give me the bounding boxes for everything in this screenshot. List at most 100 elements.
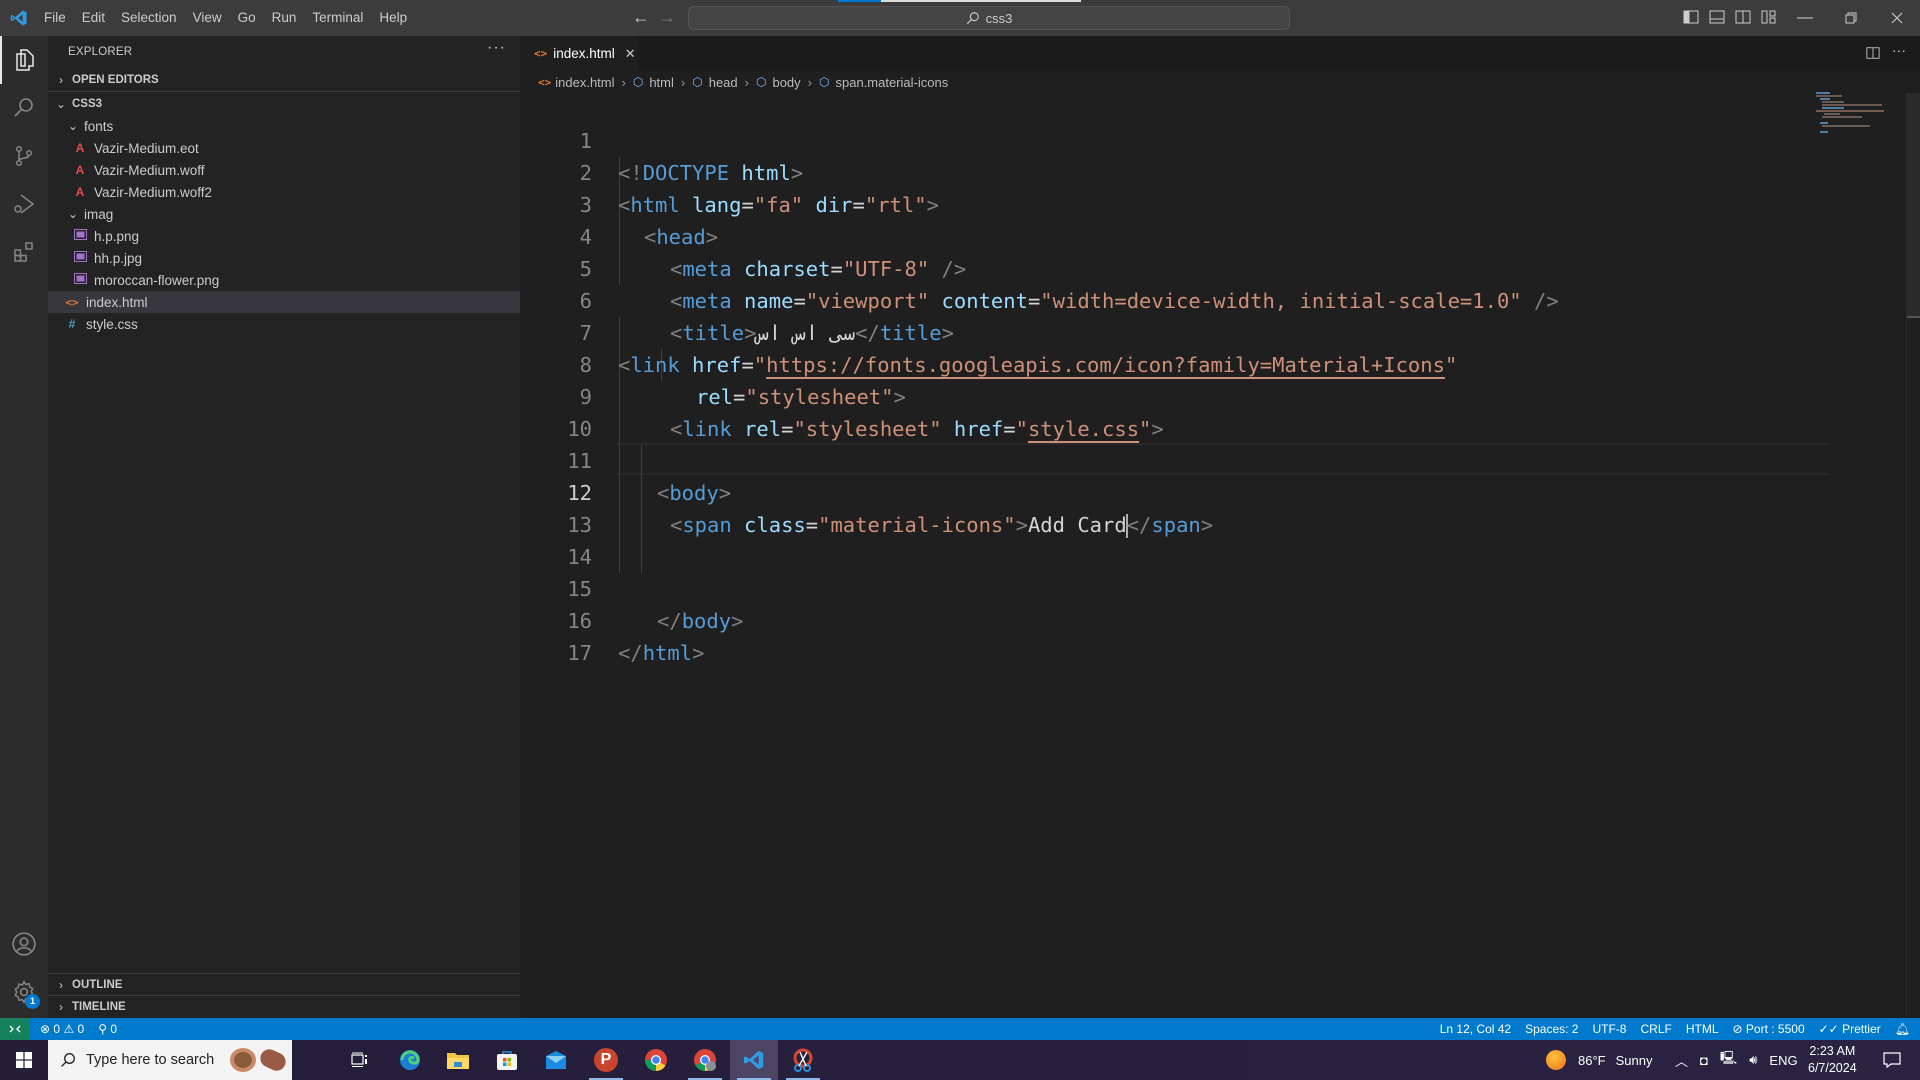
back-arrow-icon[interactable]: ← — [632, 0, 650, 36]
language-mode[interactable]: HTML — [1679, 1022, 1726, 1036]
microsoft-store-icon[interactable] — [483, 1040, 531, 1080]
vscode-taskbar-icon[interactable] — [730, 1040, 778, 1080]
input-language[interactable]: ENG — [1769, 1053, 1797, 1068]
breadcrumb-item[interactable]: index.html — [555, 75, 614, 90]
breadcrumb-item[interactable]: html — [649, 75, 674, 90]
cursor-position[interactable]: Ln 12, Col 42 — [1433, 1022, 1518, 1036]
ports-indicator[interactable]: ⚲ 0 — [91, 1022, 124, 1036]
vertical-scrollbar[interactable] — [1906, 93, 1920, 1018]
search-icon[interactable] — [0, 84, 48, 132]
manage-gear-icon[interactable]: 1 — [0, 968, 48, 1016]
toggle-secondary-sidebar-icon[interactable] — [1735, 9, 1751, 25]
tree-item-label: style.css — [86, 316, 138, 332]
clock-time: 2:23 AM — [1809, 1044, 1856, 1058]
editor-more-actions-icon[interactable]: ··· — [1892, 42, 1906, 58]
menu-help[interactable]: Help — [371, 0, 415, 36]
menu-run[interactable]: Run — [264, 0, 305, 36]
breadcrumb-item[interactable]: span.material-icons — [836, 75, 949, 90]
edge-browser-icon[interactable] — [386, 1040, 434, 1080]
clock[interactable]: 2:23 AM 6/7/2024 — [1808, 1040, 1857, 1080]
chrome-profile-icon[interactable] — [681, 1040, 729, 1080]
taskbar-search-input[interactable]: Type here to search — [48, 1040, 292, 1080]
toggle-primary-sidebar-icon[interactable] — [1683, 9, 1699, 25]
extensions-icon[interactable] — [0, 228, 48, 276]
snipping-tool-icon[interactable] — [779, 1040, 827, 1080]
task-view-icon[interactable] — [336, 1040, 384, 1080]
tree-item-label: Vazir-Medium.woff — [94, 162, 205, 178]
tab-index-html[interactable]: <> index.html ✕ — [520, 36, 638, 71]
forward-arrow-icon[interactable]: → — [658, 0, 676, 36]
command-center-search[interactable]: css3 — [688, 6, 1290, 30]
windows-start-icon[interactable] — [0, 1040, 48, 1080]
chrome-icon[interactable] — [632, 1040, 680, 1080]
remote-indicator-icon[interactable] — [0, 1018, 30, 1040]
source-control-icon[interactable] — [0, 132, 48, 180]
tree-file[interactable]: hh.p.jpg — [48, 247, 520, 269]
split-editor-icon[interactable] — [1866, 46, 1880, 60]
customize-layout-icon[interactable] — [1761, 9, 1777, 25]
outline-section[interactable]: › OUTLINE — [48, 974, 520, 996]
code-line: 1 <!DOCTYPE html> — [520, 93, 1810, 185]
system-tray: ︿ ◘ 🖳︎ 🔊︎ ENG — [1675, 1040, 1798, 1080]
file-encoding[interactable]: UTF-8 — [1585, 1022, 1633, 1036]
code-line: 10 — [520, 381, 1810, 441]
psiphon-app-icon[interactable]: P — [582, 1040, 630, 1080]
mail-icon[interactable] — [532, 1040, 580, 1080]
toggle-panel-icon[interactable] — [1709, 9, 1725, 25]
tree-file[interactable]: A Vazir-Medium.eot — [48, 137, 520, 159]
restore-button[interactable] — [1828, 0, 1874, 36]
accounts-icon[interactable] — [0, 920, 48, 968]
network-icon[interactable]: 🖳︎ — [1720, 1049, 1737, 1071]
menu-go[interactable]: Go — [230, 0, 264, 36]
menu-selection[interactable]: Selection — [113, 0, 185, 36]
tree-item-label: moroccan-flower.png — [94, 272, 220, 288]
live-server-port[interactable]: ⊘ Port : 5500 — [1726, 1022, 1812, 1036]
tree-file[interactable]: A Vazir-Medium.woff — [48, 159, 520, 181]
notification-center-icon[interactable] — [1872, 1040, 1912, 1080]
minimap[interactable] — [1816, 92, 1892, 133]
tree-file[interactable]: # style.css — [48, 313, 520, 335]
tree-file-selected[interactable]: <> index.html — [48, 291, 520, 313]
warning-icon: ⚠ — [63, 1022, 75, 1036]
menu-file[interactable]: File — [36, 0, 74, 36]
timeline-section[interactable]: › TIMELINE — [48, 996, 520, 1018]
breadcrumb: <> index.html › ⬡ html › ⬡ head › ⬡ body… — [520, 71, 1920, 93]
tree-folder-fonts[interactable]: ⌄ fonts — [48, 115, 520, 137]
notifications-bell-icon[interactable]: 🔔︎ — [1888, 1022, 1920, 1036]
weather-widget[interactable]: 86°F Sunny — [1546, 1040, 1652, 1080]
volume-icon[interactable]: 🔊︎ — [1749, 1052, 1757, 1068]
project-folder-section[interactable]: ⌄ CSS3 — [48, 93, 520, 115]
menu-edit[interactable]: Edit — [74, 0, 113, 36]
tree-folder-imag[interactable]: ⌄ imag — [48, 203, 520, 225]
chevron-right-icon: › — [744, 74, 749, 90]
menu-view[interactable]: View — [185, 0, 230, 36]
scrollbar-thumb[interactable] — [1907, 93, 1920, 318]
donut-doodle-icon — [230, 1048, 256, 1072]
prettier-status[interactable]: ✓✓ Prettier — [1812, 1022, 1888, 1036]
explorer-title: EXPLORER — [68, 46, 133, 58]
end-of-line[interactable]: CRLF — [1633, 1022, 1678, 1036]
minimize-button[interactable]: — — [1782, 0, 1828, 36]
explorer-icon[interactable] — [0, 36, 48, 84]
camera-icon[interactable]: ◘ — [1700, 1053, 1708, 1068]
tree-file[interactable]: A Vazir-Medium.woff2 — [48, 181, 520, 203]
indentation[interactable]: Spaces: 2 — [1518, 1022, 1585, 1036]
file-explorer-icon[interactable] — [434, 1040, 482, 1080]
open-editors-section[interactable]: › OPEN EDITORS — [48, 69, 520, 91]
run-debug-icon[interactable] — [0, 180, 48, 228]
tree-file[interactable]: moroccan-flower.png — [48, 269, 520, 291]
code-line: 7 <link href="https://fonts.googleapis.c… — [520, 285, 1810, 377]
code-line: 11 <body> — [520, 413, 1810, 505]
code-editor[interactable]: 1 <!DOCTYPE html> 2 <html lang="fa" dir=… — [520, 93, 1920, 1018]
problems-indicator[interactable]: ⊗ 0 ⚠ 0 — [30, 1022, 91, 1036]
close-window-button[interactable] — [1874, 0, 1920, 36]
breadcrumb-item[interactable]: body — [772, 75, 800, 90]
tree-file[interactable]: h.p.png — [48, 225, 520, 247]
menu-terminal[interactable]: Terminal — [304, 0, 371, 36]
more-actions-icon[interactable]: ··· — [487, 39, 506, 57]
show-hidden-icons-chevron-icon[interactable]: ︿ — [1675, 1051, 1688, 1070]
code-line: 9 <link rel="stylesheet" href="style.css… — [520, 349, 1810, 441]
breadcrumb-item[interactable]: head — [709, 75, 738, 90]
code-line: 3 <head> — [520, 157, 1810, 249]
close-tab-icon[interactable]: ✕ — [625, 46, 636, 62]
